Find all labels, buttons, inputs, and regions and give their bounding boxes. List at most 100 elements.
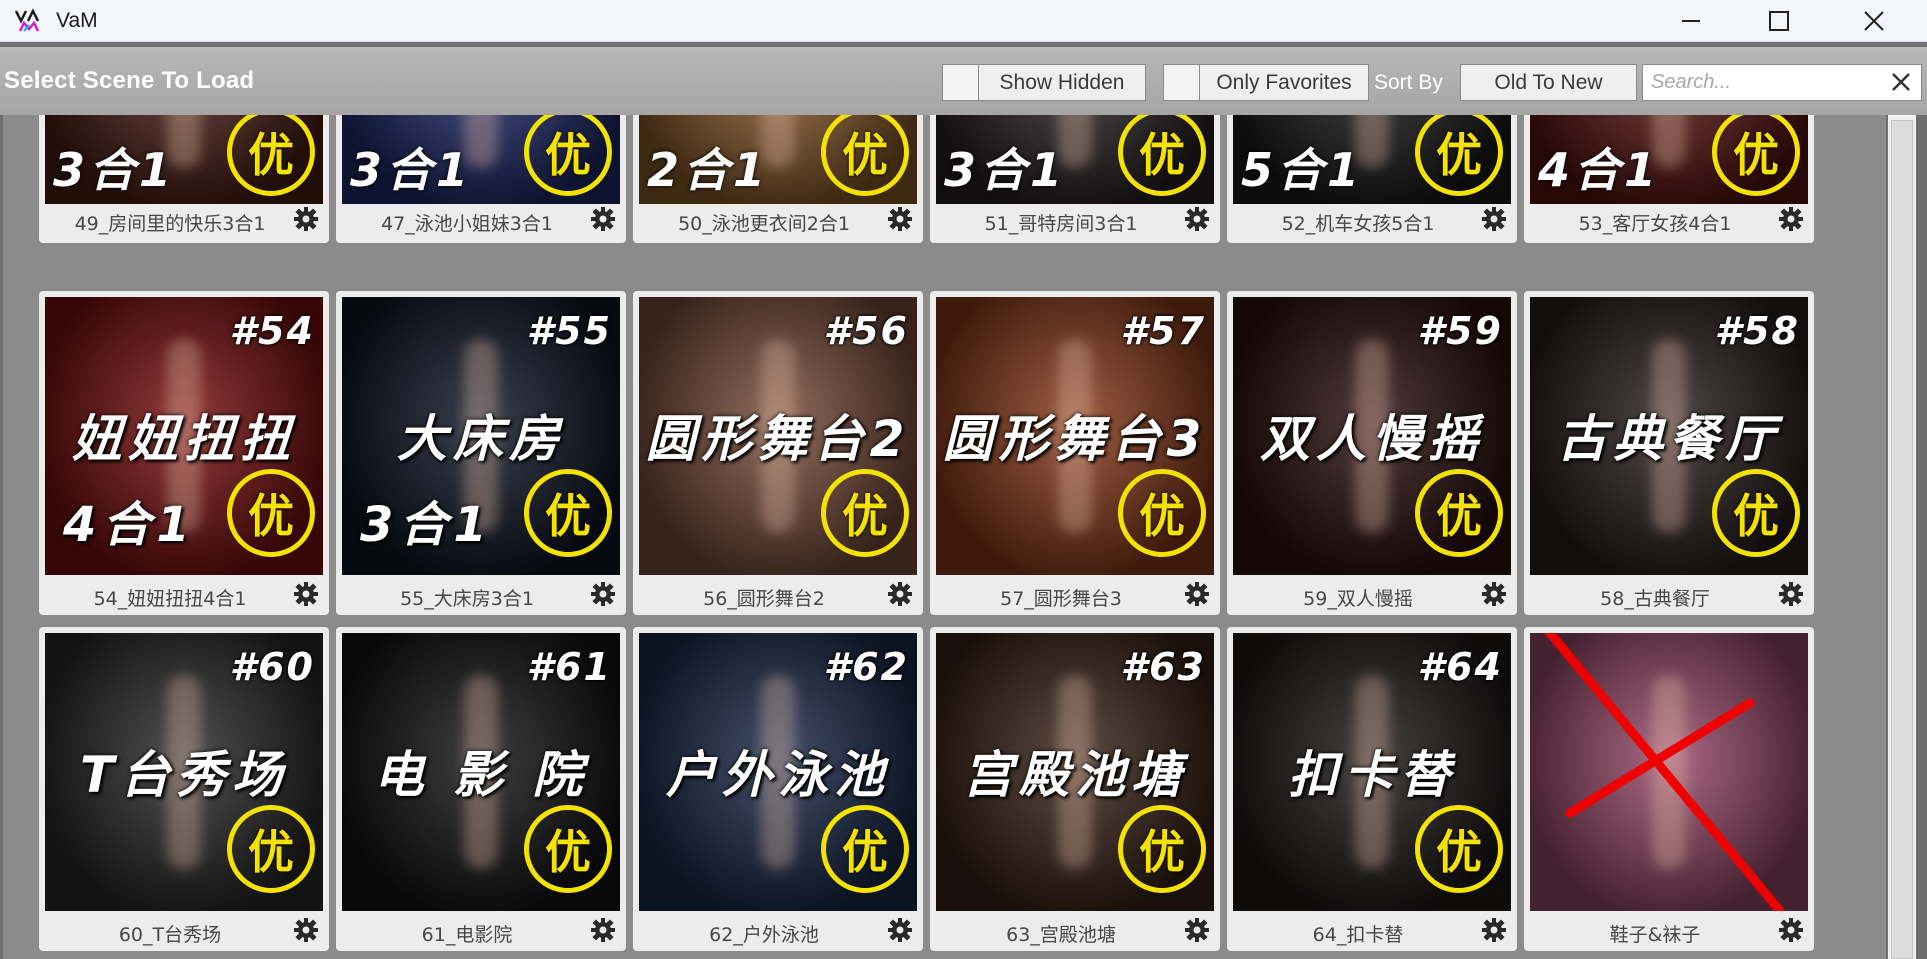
scene-card[interactable]: #64 扣卡替优 64_扣卡替 <box>1227 627 1517 951</box>
gear-icon[interactable] <box>590 581 616 607</box>
scene-thumbnail[interactable]: 3合1 优 <box>342 115 620 204</box>
show-hidden-checkbox[interactable] <box>942 64 980 101</box>
scene-card[interactable]: 3合1 优 51_哥特房间3合1 <box>930 115 1220 243</box>
scene-number-tag: #60 <box>229 645 315 689</box>
quality-badge: 优 <box>1712 115 1800 196</box>
scene-caption: 54_妞妞扭扭4合1 <box>93 588 247 610</box>
page-title: Select Scene To Load <box>4 67 255 94</box>
only-favorites-checkbox[interactable] <box>1163 64 1201 101</box>
scene-thumbnail[interactable]: 4合1 优 <box>1530 115 1808 204</box>
scene-thumb-subtitle: 4合1 <box>63 497 196 553</box>
scene-thumbnail[interactable]: #56 圆形舞台2 优 <box>639 297 917 575</box>
sort-by-label: Sort By <box>1374 71 1443 94</box>
gear-icon[interactable] <box>887 917 913 943</box>
gear-icon[interactable] <box>1481 917 1507 943</box>
scene-grid: 3合1 优 49_房间里的快乐3合1 3合1 优 47_泳池小姐妹3合1 2合1 优 50_泳池… <box>3 115 1886 959</box>
search-clear-button[interactable] <box>1886 67 1916 97</box>
quality-badge: 优 <box>1118 469 1206 557</box>
scene-card[interactable]: #62 户外泳池优 62_户外泳池 <box>633 627 923 951</box>
scrollbar-thumb[interactable] <box>1891 120 1913 959</box>
scene-thumbnail[interactable]: #60 T台秀场优 <box>45 633 323 911</box>
gear-icon[interactable] <box>887 581 913 607</box>
quality-badge: 优 <box>1712 469 1800 557</box>
scene-thumbnail[interactable]: #54 妞妞扭扭 4合1 优 <box>45 297 323 575</box>
quality-badge: 优 <box>821 469 909 557</box>
gear-icon[interactable] <box>1481 206 1507 232</box>
scene-card[interactable]: #57 圆形舞台3 优 57_圆形舞台3 <box>930 291 1220 615</box>
gear-icon[interactable] <box>293 206 319 232</box>
scene-card[interactable]: #59 双人慢摇优 59_双人慢摇 <box>1227 291 1517 615</box>
quality-badge: 优 <box>524 805 612 893</box>
scene-thumb-subtitle: 3合1 <box>350 143 473 197</box>
gear-icon[interactable] <box>293 581 319 607</box>
minimize-icon <box>1682 19 1700 22</box>
scene-number-tag: #64 <box>1417 645 1503 689</box>
window-title: VaM <box>56 9 98 32</box>
scene-card[interactable]: #55 大床房 3合1 优 55_大床房3合1 <box>336 291 626 615</box>
quality-badge: 优 <box>227 115 315 196</box>
gear-icon[interactable] <box>1184 206 1210 232</box>
maximize-button[interactable] <box>1735 0 1823 41</box>
gear-icon[interactable] <box>1778 206 1804 232</box>
scene-grid-panel[interactable]: 3合1 优 49_房间里的快乐3合1 3合1 优 47_泳池小姐妹3合1 2合1 优 50_泳池… <box>3 115 1886 959</box>
scene-thumbnail[interactable]: 2合1 优 <box>639 115 917 204</box>
gear-icon[interactable] <box>590 206 616 232</box>
scene-card[interactable]: #56 圆形舞台2 优 56_圆形舞台2 <box>633 291 923 615</box>
scene-thumbnail[interactable]: #57 圆形舞台3 优 <box>936 297 1214 575</box>
scene-card[interactable]: 3合1 优 47_泳池小姐妹3合1 <box>336 115 626 243</box>
scene-caption: 63_宫殿池塘 <box>1006 924 1116 946</box>
gear-icon[interactable] <box>1778 581 1804 607</box>
scene-card[interactable]: 3合1 优 49_房间里的快乐3合1 <box>39 115 329 243</box>
close-window-button[interactable] <box>1830 0 1918 41</box>
quality-badge: 优 <box>1415 805 1503 893</box>
scene-thumbnail[interactable]: #62 户外泳池优 <box>639 633 917 911</box>
scene-card[interactable]: #63 宫殿池塘优 63_宫殿池塘 <box>930 627 1220 951</box>
quality-badge: 优 <box>821 115 909 196</box>
gear-icon[interactable] <box>1481 581 1507 607</box>
scene-card[interactable]: 2合1 优 50_泳池更衣间2合1 <box>633 115 923 243</box>
scene-caption: 61_电影院 <box>421 924 513 946</box>
scene-caption: 57_圆形舞台3 <box>1000 588 1122 610</box>
gear-icon[interactable] <box>1184 581 1210 607</box>
scene-thumbnail[interactable]: #55 大床房 3合1 优 <box>342 297 620 575</box>
minimize-button[interactable] <box>1647 0 1735 41</box>
gear-icon[interactable] <box>590 917 616 943</box>
show-hidden-button[interactable]: Show Hidden <box>978 64 1146 101</box>
scene-caption: 53_客厅女孩4合1 <box>1578 213 1732 235</box>
scene-number-tag: #54 <box>229 309 315 353</box>
scene-card[interactable]: 鞋子&袜子 <box>1524 627 1814 951</box>
scene-thumbnail[interactable]: #59 双人慢摇优 <box>1233 297 1511 575</box>
quality-badge: 优 <box>227 469 315 557</box>
gear-icon[interactable] <box>887 206 913 232</box>
scene-thumbnail[interactable]: #64 扣卡替优 <box>1233 633 1511 911</box>
close-icon <box>1892 73 1910 91</box>
scene-thumbnail[interactable]: #61 电 影 院优 <box>342 633 620 911</box>
scene-caption: 鞋子&袜子 <box>1609 924 1701 946</box>
close-icon <box>1864 10 1884 31</box>
scene-thumbnail[interactable]: 3合1 优 <box>45 115 323 204</box>
scene-card[interactable]: #61 电 影 院优 61_电影院 <box>336 627 626 951</box>
scene-card[interactable]: #58 古典餐厅优 58_古典餐厅 <box>1524 291 1814 615</box>
scene-thumb-title: 电 影 院 <box>373 746 589 804</box>
gear-icon[interactable] <box>1184 917 1210 943</box>
quality-badge: 优 <box>821 805 909 893</box>
gear-icon[interactable] <box>1778 917 1804 943</box>
scene-thumbnail[interactable]: #58 古典餐厅优 <box>1530 297 1808 575</box>
scene-thumbnail[interactable]: 5合1 优 <box>1233 115 1511 204</box>
sort-order-button[interactable]: Old To New <box>1460 64 1637 101</box>
only-favorites-button[interactable]: Only Favorites <box>1199 64 1369 101</box>
scene-thumbnail[interactable]: 3合1 优 <box>936 115 1214 204</box>
quality-badge: 优 <box>227 805 315 893</box>
scene-thumbnail[interactable] <box>1530 633 1808 911</box>
scene-card[interactable]: #54 妞妞扭扭 4合1 优 54_妞妞扭扭4合1 <box>39 291 329 615</box>
scene-caption: 51_哥特房间3合1 <box>984 213 1138 235</box>
scene-caption: 58_古典餐厅 <box>1600 588 1710 610</box>
scene-thumb-subtitle: 3合1 <box>944 143 1067 197</box>
scene-thumbnail[interactable]: #63 宫殿池塘优 <box>936 633 1214 911</box>
scene-card[interactable]: 4合1 优 53_客厅女孩4合1 <box>1524 115 1814 243</box>
scene-card[interactable]: #60 T台秀场优 60_T台秀场 <box>39 627 329 951</box>
scene-card[interactable]: 5合1 优 52_机车女孩5合1 <box>1227 115 1517 243</box>
search-input[interactable]: Search... <box>1642 64 1922 101</box>
scene-number-tag: #61 <box>526 645 612 689</box>
gear-icon[interactable] <box>293 917 319 943</box>
